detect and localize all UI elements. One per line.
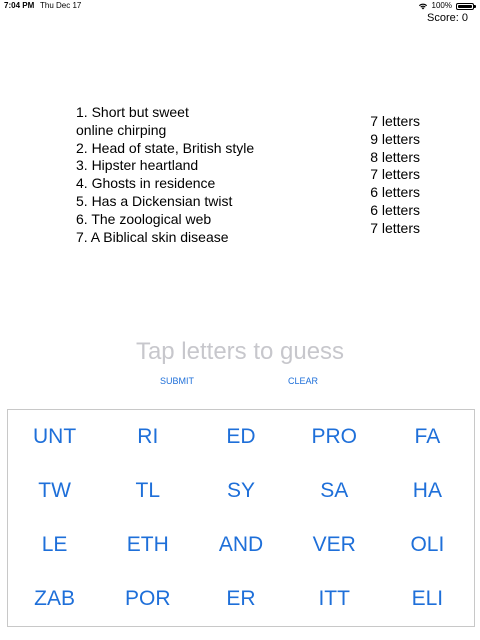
clear-button[interactable]: CLEAR	[288, 376, 318, 386]
clue-list: 1. Short but sweet online chirping 2. Head…	[76, 104, 306, 246]
score-label: Score: 0	[427, 12, 468, 24]
submit-button[interactable]: SUBMIT	[160, 376, 194, 386]
letter-tile[interactable]: FA	[381, 410, 474, 464]
status-bar: 7:04 PM Thu Dec 17 100%	[0, 0, 480, 12]
letter-tile[interactable]: PRO	[288, 410, 381, 464]
letter-tile[interactable]: SA	[288, 464, 381, 518]
letter-tile[interactable]: VER	[288, 518, 381, 572]
letter-tile[interactable]: TW	[8, 464, 101, 518]
letter-tile[interactable]: ZAB	[8, 572, 101, 626]
letter-tile[interactable]: ER	[194, 572, 287, 626]
letter-count-list: 7 letters 9 letters 8 letters 7 letters 6 le…	[340, 113, 420, 238]
tile-grid: UNT RI ED PRO FA TW TL SY SA HA LE ETH AND VER OLI ZAB P…	[8, 410, 474, 626]
letter-tile[interactable]: ETH	[101, 518, 194, 572]
clue-line: 2. Head of state, British style	[76, 139, 255, 156]
battery-fill	[458, 4, 472, 8]
letter-count: 7 letters	[370, 219, 420, 236]
letter-count: 6 letters	[370, 201, 420, 218]
clue-line: 5. Has a Dickensian twist	[76, 192, 233, 209]
status-indicators: 100%	[418, 0, 476, 12]
clue-line: 4. Ghosts in residence	[76, 175, 216, 192]
letter-tile[interactable]: OLI	[381, 518, 474, 572]
battery-icon	[456, 2, 476, 10]
letter-tile[interactable]: POR	[101, 572, 194, 626]
letter-tile[interactable]: ED	[194, 410, 287, 464]
letter-count: 7 letters	[370, 166, 420, 183]
letter-tile[interactable]: UNT	[8, 410, 101, 464]
clue-line: 6. The zoological web	[76, 210, 212, 227]
guess-display: Tap letters to guess	[135, 338, 345, 365]
status-time: 7:04 PM	[4, 1, 35, 10]
battery-percent: 100%	[431, 1, 452, 10]
letter-tile[interactable]: LE	[8, 518, 101, 572]
clue-line: 3. Hipster heartland	[76, 157, 199, 174]
clue-line: 1. Short but sweet	[76, 104, 189, 120]
letter-tile[interactable]: TL	[101, 464, 194, 518]
letter-count: 6 letters	[370, 184, 420, 201]
letter-tile[interactable]: HA	[381, 464, 474, 518]
letter-count: 8 letters	[370, 148, 420, 165]
status-date: Thu Dec 17	[40, 1, 82, 10]
letter-count: 9 letters	[370, 130, 420, 147]
clue-line: online chirping	[76, 121, 167, 138]
tile-panel: UNT RI ED PRO FA TW TL SY SA HA LE ETH AND VER OLI ZAB P…	[7, 409, 475, 627]
letter-tile[interactable]: RI	[101, 410, 194, 464]
letter-tile[interactable]: ITT	[288, 572, 381, 626]
letter-count: 7 letters	[370, 113, 420, 129]
letter-tile[interactable]: SY	[194, 464, 287, 518]
clue-line: 7. A Biblical skin disease	[76, 228, 229, 245]
letter-tile[interactable]: ELI	[381, 572, 474, 626]
letter-tile[interactable]: AND	[194, 518, 287, 572]
wifi-icon	[418, 2, 428, 10]
